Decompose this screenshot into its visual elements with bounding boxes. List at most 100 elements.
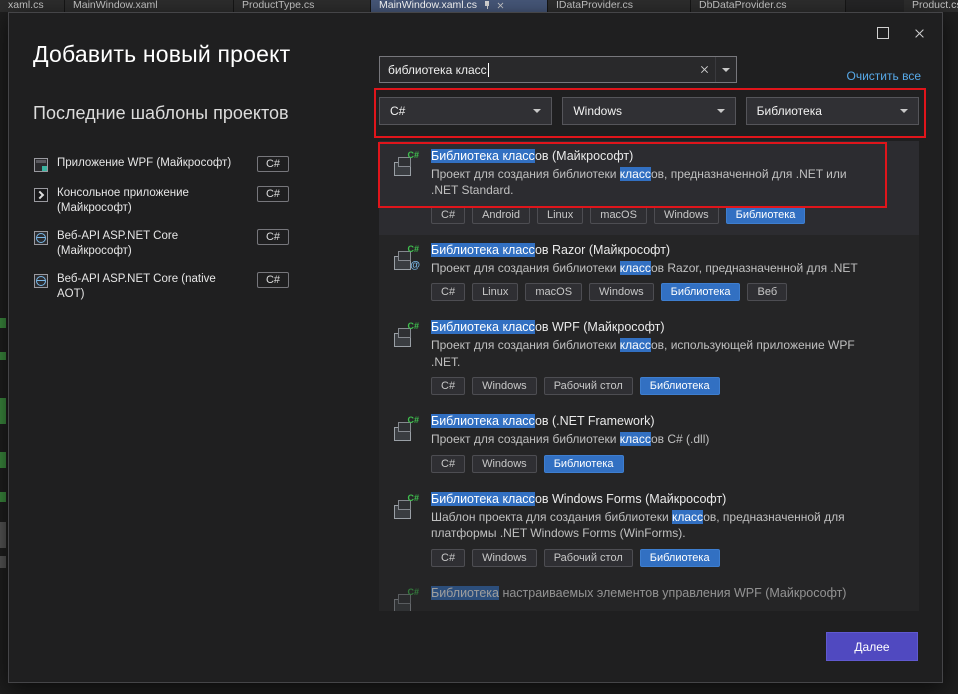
close-button[interactable] [904,21,934,45]
template-result[interactable]: C#@ Библиотека классов Razor (Майкрософт… [379,235,919,312]
text-cursor [488,63,489,77]
tag: Библиотека [544,455,624,473]
add-new-project-dialog: Добавить новый проект библиотека класс О… [8,12,943,683]
tag: Windows [654,206,719,224]
wpf-custom-control-library-icon: C# [393,588,419,612]
tag: macOS [525,283,582,301]
language-filter-value: C# [390,104,405,118]
recent-template-label: Приложение WPF (Майкрософт) [57,156,233,171]
editor-tab[interactable]: xaml.cs [0,0,65,12]
tag: Библиотека [726,206,806,224]
pin-icon[interactable] [484,1,490,9]
tab-label: DbDataProvider.cs [699,0,787,11]
winforms-class-library-icon: C# [393,494,419,520]
maximize-icon [877,27,889,39]
web-api-icon [33,230,49,246]
tag: Windows [472,549,537,567]
template-result[interactable]: C# Библиотека классов (Майкрософт) Проек… [379,141,919,235]
tab-label: Product.cs [912,0,958,11]
chevron-down-icon [722,68,730,72]
template-description: Проект для создания библиотеки классов R… [431,260,858,276]
template-title: Библиотека классов (.NET Framework) [431,414,709,428]
editor-tab[interactable]: MainWindow.xaml [65,0,234,12]
next-button[interactable]: Далее [826,632,918,661]
tag: C# [431,377,465,395]
wpf-app-icon [33,157,49,173]
template-title: Библиотека классов WPF (Майкрософт) [431,320,863,334]
console-app-icon [33,187,49,203]
background-code-fragment [0,352,6,360]
template-title: Библиотека классов Windows Forms (Майкро… [431,492,863,506]
tag: Библиотека [640,377,720,395]
dialog-title: Добавить новый проект [33,41,290,68]
recent-template-item[interactable]: Веб-API ASP.NET Core (Майкрософт) C# [33,229,289,259]
tag: Windows [472,455,537,473]
template-result[interactable]: C# Библиотека настраиваемых элементов уп… [379,578,919,612]
tab-label: MainWindow.xaml [73,0,158,11]
template-result[interactable]: C# Библиотека классов WPF (Майкрософт) П… [379,312,919,406]
search-value: библиотека класс [380,63,487,77]
tag: C# [431,455,465,473]
class-library-icon: C# [393,151,419,177]
background-code-fragment [0,318,6,328]
editor-tab[interactable]: ProductType.cs [234,0,371,12]
recent-templates-list: Приложение WPF (Майкрософт) C# Консольно… [33,156,289,302]
tab-label: ProductType.cs [242,0,314,11]
template-tags: C# Windows Рабочий стол Библиотека [431,377,863,395]
language-badge: C# [257,229,289,245]
language-badge: C# [257,156,289,172]
recent-template-label: Веб-API ASP.NET Core (native AOT) [57,272,233,302]
template-tags: C# Windows Библиотека [431,455,709,473]
close-tab-icon[interactable] [497,1,504,8]
background-code-fragment [0,398,6,424]
editor-tab-active[interactable]: MainWindow.xaml.cs [371,0,548,12]
tag: Библиотека [640,549,720,567]
wpf-class-library-icon: C# [393,322,419,348]
tag: Android [472,206,530,224]
search-input[interactable]: библиотека класс [379,56,737,83]
template-description: Шаблон проекта для создания библиотеки к… [431,509,863,542]
template-title: Библиотека настраиваемых элементов управ… [431,586,846,600]
editor-tab[interactable]: DbDataProvider.cs [691,0,846,12]
background-code-fragment [0,522,6,548]
filter-row: C# Windows Библиотека [379,97,919,125]
tab-label: MainWindow.xaml.cs [379,0,477,11]
tag: Windows [472,377,537,395]
tag: Рабочий стол [544,549,633,567]
recent-template-label: Консольное приложение (Майкрософт) [57,186,233,216]
tag: macOS [590,206,647,224]
language-badge: C# [257,272,289,288]
background-code-fragment [0,492,6,502]
tag: C# [431,283,465,301]
chevron-down-icon [900,109,908,113]
chevron-down-icon [533,109,541,113]
tag: Веб [747,283,787,301]
tag: Библиотека [661,283,741,301]
editor-tab[interactable]: Product.cs [904,0,958,12]
clear-search-button[interactable] [693,57,715,82]
clear-all-link[interactable]: Очистить все [847,69,921,83]
template-result[interactable]: C# Библиотека классов (.NET Framework) П… [379,406,919,483]
editor-tab[interactable]: IDataProvider.cs [548,0,691,12]
language-badge: C# [257,186,289,202]
template-tags: C# Windows Рабочий стол Библиотека [431,549,863,567]
template-tags: C# Android Linux macOS Windows Библиотек… [431,206,863,224]
template-result[interactable]: C# Библиотека классов Windows Forms (Май… [379,484,919,578]
recent-template-item[interactable]: Консольное приложение (Майкрософт) C# [33,186,289,216]
platform-filter-dropdown[interactable]: Windows [562,97,735,125]
tag: Linux [472,283,518,301]
project-type-filter-dropdown[interactable]: Библиотека [746,97,919,125]
recent-template-item[interactable]: Веб-API ASP.NET Core (native AOT) C# [33,272,289,302]
tab-label: xaml.cs [8,0,44,11]
template-tags: C# Linux macOS Windows Библиотека Веб [431,283,858,301]
language-filter-dropdown[interactable]: C# [379,97,552,125]
tag: Windows [589,283,654,301]
razor-class-library-icon: C#@ [393,245,419,271]
search-dropdown-button[interactable] [715,57,736,82]
recent-template-item[interactable]: Приложение WPF (Майкрософт) C# [33,156,289,173]
clear-search-icon [700,65,709,74]
template-results-list: C# Библиотека классов (Майкрософт) Проек… [379,141,919,611]
template-description: Проект для создания библиотеки классов, … [431,337,863,370]
maximize-button[interactable] [868,21,898,45]
background-code-fragment [0,556,6,568]
